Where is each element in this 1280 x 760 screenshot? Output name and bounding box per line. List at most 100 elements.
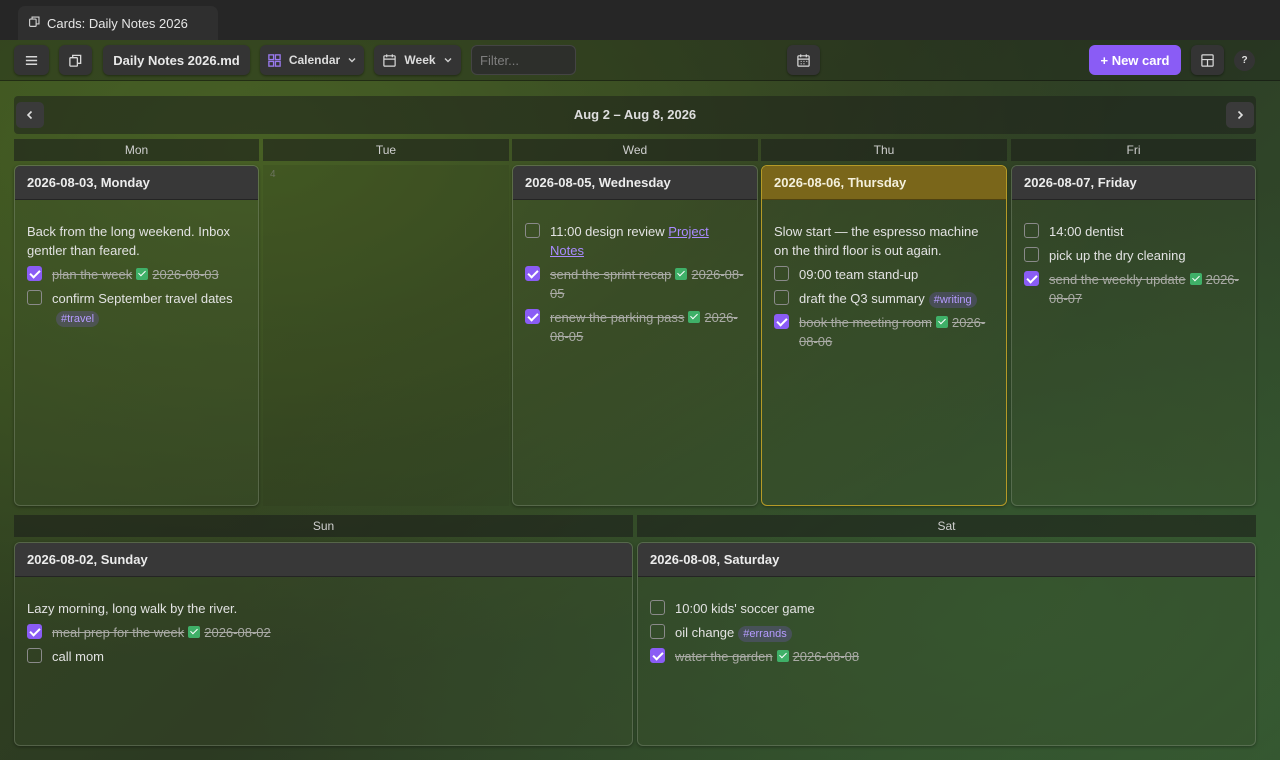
task-text-wrap: water the garden 2026-08-08 xyxy=(675,647,1243,666)
day-header-sun: Sun xyxy=(14,515,633,537)
cards-view-button[interactable] xyxy=(59,45,92,75)
tag[interactable]: #travel xyxy=(56,311,100,327)
layout-button[interactable] xyxy=(1191,45,1224,75)
task-text: book the meeting room xyxy=(799,315,932,330)
task-checkbox[interactable] xyxy=(27,624,42,639)
next-week-button[interactable] xyxy=(1226,102,1254,128)
task-checkbox[interactable] xyxy=(774,314,789,329)
task-checkbox[interactable] xyxy=(1024,247,1039,262)
task-text-wrap: 10:00 kids' soccer game xyxy=(675,599,1243,618)
week-navigation: Aug 2 – Aug 8, 2026 xyxy=(14,96,1256,134)
task-text: send the weekly update xyxy=(1049,272,1186,287)
day-card[interactable]: 2026-08-02, Sunday Lazy morning, long wal… xyxy=(14,542,633,746)
task-text: confirm September travel dates xyxy=(52,291,233,306)
week-title: Aug 2 – Aug 8, 2026 xyxy=(573,107,697,122)
toolbar: Daily Notes 2026.md Calendar Week + New … xyxy=(0,40,1280,81)
card-title: 2026-08-08, Saturday xyxy=(638,543,1255,577)
tab-bar: Cards: Daily Notes 2026 xyxy=(0,0,1280,40)
task-text: meal prep for the week xyxy=(52,625,185,640)
day-card[interactable]: 2026-08-06, Thursday Slow start — the esp… xyxy=(761,165,1007,506)
task-checkbox[interactable] xyxy=(774,290,789,305)
task-checkbox[interactable] xyxy=(27,290,42,305)
task-checkbox[interactable] xyxy=(1024,271,1039,286)
card-title: 2026-08-07, Friday xyxy=(1012,166,1255,200)
new-card-button[interactable]: + New card xyxy=(1089,45,1181,75)
day-card[interactable]: 2026-08-03, Monday Back from the long wee… xyxy=(14,165,259,506)
task-text-wrap: pick up the dry cleaning xyxy=(1049,246,1243,265)
task-text-wrap: 09:00 team stand-up xyxy=(799,265,994,284)
hamburger-icon xyxy=(25,55,38,65)
card-title: 2026-08-06, Thursday xyxy=(762,166,1006,200)
completion-date: 2026-08-02 xyxy=(204,625,271,640)
task-text-wrap: plan the week 2026-08-03 xyxy=(52,265,246,284)
chevron-right-icon xyxy=(1237,110,1244,120)
chevron-down-icon xyxy=(444,58,452,63)
task-checkbox[interactable] xyxy=(525,266,540,281)
filter-input[interactable] xyxy=(471,45,576,75)
card-body: Slow start — the espresso machine on the… xyxy=(762,200,1006,351)
help-button[interactable]: ? xyxy=(1234,50,1255,71)
task-item: 09:00 team stand-up xyxy=(774,265,994,284)
day-card[interactable]: 2026-08-05, Wednesday 11:00 design review… xyxy=(512,165,758,506)
done-check-icon xyxy=(1189,273,1202,285)
tab-title: Cards: Daily Notes 2026 xyxy=(47,15,188,31)
card-body: 14:00 dentist pick up the dry cleaning sen… xyxy=(1012,200,1255,308)
task-text-wrap: 11:00 design review Project Notes xyxy=(550,222,745,260)
task-checkbox[interactable] xyxy=(650,600,665,615)
task-checkbox[interactable] xyxy=(525,309,540,324)
day-card[interactable]: 2026-08-08, Saturday 10:00 kids' soccer g… xyxy=(637,542,1256,746)
task-text-wrap: confirm September travel dates #travel xyxy=(52,289,246,327)
card-body: 11:00 design review Project Notes send th… xyxy=(513,200,757,346)
task-item: plan the week 2026-08-03 xyxy=(27,265,246,284)
task-item: confirm September travel dates #travel xyxy=(27,289,246,327)
tag[interactable]: #errands xyxy=(738,626,792,642)
task-item: renew the parking pass 2026-08-05 xyxy=(525,308,745,346)
card-title: 2026-08-02, Sunday xyxy=(15,543,632,577)
task-text-wrap: send the weekly update 2026-08-07 xyxy=(1049,270,1243,308)
task-checkbox[interactable] xyxy=(650,624,665,639)
card-body: Back from the long weekend. Inbox gentle… xyxy=(15,200,258,327)
task-checkbox[interactable] xyxy=(1024,223,1039,238)
task-text-wrap: call mom xyxy=(52,647,620,666)
cards-icon xyxy=(28,15,41,31)
card-note: Lazy morning, long walk by the river. xyxy=(27,601,238,616)
task-item: send the sprint recap 2026-08-05 xyxy=(525,265,745,303)
layout-icon xyxy=(1201,53,1214,67)
task-item: oil change #errands xyxy=(650,623,1243,642)
task-text-wrap: book the meeting room 2026-08-06 xyxy=(799,313,994,351)
card-title: 2026-08-05, Wednesday xyxy=(513,166,757,200)
task-item: water the garden 2026-08-08 xyxy=(650,647,1243,666)
task-text-wrap: meal prep for the week 2026-08-02 xyxy=(52,623,620,642)
task-checkbox[interactable] xyxy=(525,223,540,238)
task-text: draft the Q3 summary xyxy=(799,291,925,306)
done-check-icon xyxy=(776,650,789,662)
file-name-button[interactable]: Daily Notes 2026.md xyxy=(103,45,250,75)
tab-cards-daily-notes[interactable]: Cards: Daily Notes 2026 xyxy=(18,6,218,40)
done-check-icon xyxy=(688,311,701,323)
range-select[interactable]: Week xyxy=(374,45,461,75)
task-checkbox[interactable] xyxy=(650,648,665,663)
menu-button[interactable] xyxy=(14,45,49,75)
task-text-wrap: 14:00 dentist xyxy=(1049,222,1243,241)
task-text: send the sprint recap xyxy=(550,267,672,282)
task-checkbox[interactable] xyxy=(27,648,42,663)
view-select[interactable]: Calendar xyxy=(260,45,364,75)
task-text: water the garden xyxy=(675,649,773,664)
task-text-wrap: draft the Q3 summary #writing xyxy=(799,289,994,308)
today-button[interactable] xyxy=(787,45,820,75)
done-check-icon xyxy=(136,268,149,280)
task-item: book the meeting room 2026-08-06 xyxy=(774,313,994,351)
task-text: oil change xyxy=(675,625,735,640)
chevron-down-icon xyxy=(348,58,356,63)
tag[interactable]: #writing xyxy=(928,292,977,308)
task-item: 14:00 dentist xyxy=(1024,222,1243,241)
task-text: 14:00 dentist xyxy=(1049,224,1124,239)
task-checkbox[interactable] xyxy=(774,266,789,281)
empty-day-tuesday[interactable]: 4 xyxy=(263,165,509,506)
day-card[interactable]: 2026-08-07, Friday 14:00 dentist pick up t… xyxy=(1011,165,1256,506)
card-note: Back from the long weekend. Inbox gentle… xyxy=(27,224,231,258)
task-text-wrap: send the sprint recap 2026-08-05 xyxy=(550,265,745,303)
task-checkbox[interactable] xyxy=(27,266,42,281)
completion-date: 2026-08-03 xyxy=(152,267,219,282)
task-item: send the weekly update 2026-08-07 xyxy=(1024,270,1243,308)
